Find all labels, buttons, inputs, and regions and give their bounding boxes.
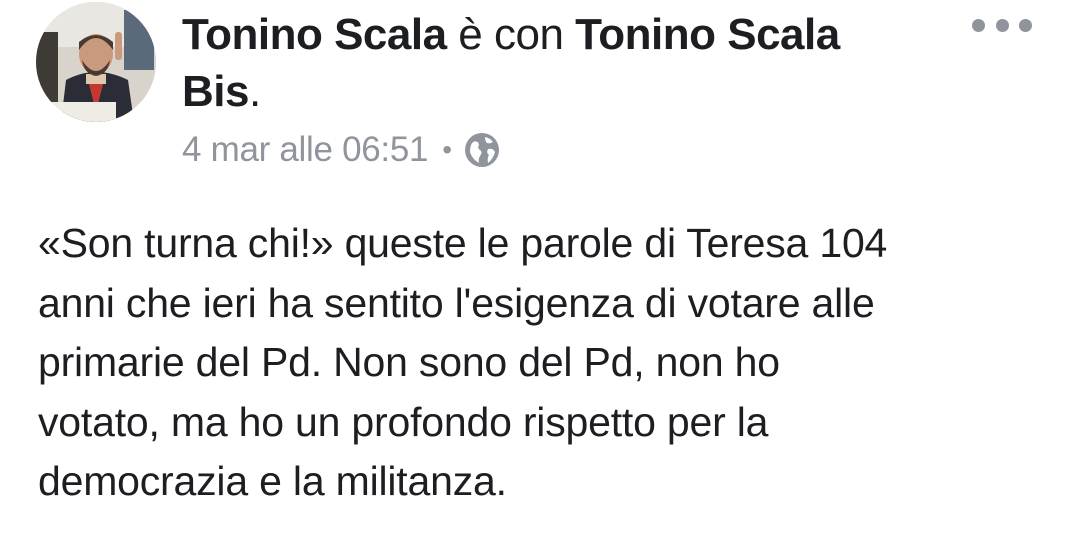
post-body-line: democrazia e la militanza.: [38, 458, 507, 504]
avatar-image: [36, 2, 156, 122]
post-meta: 4 mar alle 06:51 •: [182, 128, 500, 172]
post-body-line: votato, ma ho un profondo rispetto per l…: [38, 398, 769, 445]
tagged-user-name[interactable]: Tonino Scala: [575, 10, 840, 59]
author-avatar[interactable]: [36, 2, 156, 122]
post-header: Tonino Scala è con Tonino Scala Bis.: [182, 6, 942, 120]
post-timestamp[interactable]: 4 mar alle 06:51: [182, 130, 428, 170]
more-options-button[interactable]: [972, 14, 1032, 36]
post-body-line: «Son turna chi!» queste le parole di Ter…: [38, 220, 888, 266]
ellipsis-icon: [972, 18, 985, 32]
ellipsis-icon-dot: [995, 18, 1009, 32]
ellipsis-icon-dot: [1019, 18, 1032, 32]
globe-icon[interactable]: [464, 132, 500, 168]
header-period: .: [248, 67, 261, 116]
post-card: Tonino Scala è con Tonino Scala Bis. 4 ma…: [0, 0, 1080, 542]
post-body: «Son turna chi!» queste le parole di Ter…: [38, 214, 1048, 512]
post-body-line: anni che ieri ha sentito l'esigenza di v…: [38, 279, 875, 326]
tagged-user-name-suffix[interactable]: Bis: [182, 67, 249, 116]
with-text: è con: [446, 10, 576, 59]
post-body-line: primarie del Pd. Non sono del Pd, non ho: [38, 339, 780, 385]
author-name[interactable]: Tonino Scala: [182, 10, 447, 59]
meta-separator: •: [442, 134, 452, 165]
